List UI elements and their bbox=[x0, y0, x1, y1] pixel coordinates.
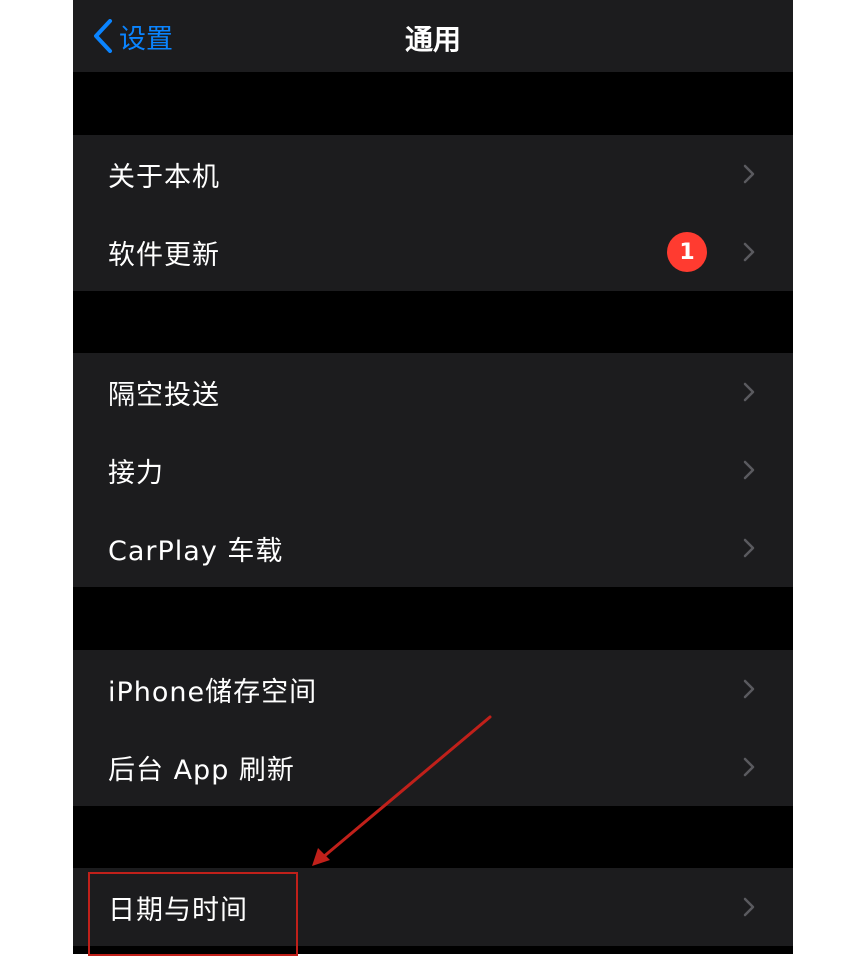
row-label: CarPlay 车载 bbox=[108, 535, 284, 567]
settings-group-1: 关于本机 软件更新 1 bbox=[73, 135, 793, 291]
row-about[interactable]: 关于本机 bbox=[73, 135, 793, 213]
row-label: 后台 App 刷新 bbox=[108, 754, 295, 786]
page-title: 通用 bbox=[404, 23, 461, 56]
row-label: 软件更新 bbox=[108, 239, 220, 271]
chevron-right-icon bbox=[743, 757, 755, 777]
chevron-right-icon bbox=[743, 538, 755, 558]
row-label: 关于本机 bbox=[108, 161, 220, 193]
row-date-time[interactable]: 日期与时间 bbox=[73, 868, 793, 946]
chevron-right-icon bbox=[743, 460, 755, 480]
row-label: 日期与时间 bbox=[108, 894, 248, 926]
row-iphone-storage[interactable]: iPhone储存空间 bbox=[73, 650, 793, 728]
row-carplay[interactable]: CarPlay 车载 bbox=[73, 509, 793, 587]
row-airdrop[interactable]: 隔空投送 bbox=[73, 353, 793, 431]
row-label: 接力 bbox=[108, 457, 164, 489]
settings-group-2: 隔空投送 接力 CarPlay 车载 bbox=[73, 353, 793, 587]
notification-badge: 1 bbox=[667, 232, 707, 272]
chevron-right-icon bbox=[743, 242, 755, 262]
row-label: iPhone储存空间 bbox=[108, 676, 318, 708]
row-handoff[interactable]: 接力 bbox=[73, 431, 793, 509]
settings-group-3: iPhone储存空间 后台 App 刷新 bbox=[73, 650, 793, 806]
chevron-right-icon bbox=[743, 164, 755, 184]
settings-group-4: 日期与时间 bbox=[73, 868, 793, 946]
settings-screen: 设置 通用 关于本机 软件更新 1 隔空投送 接力 CarPlay 车载 iPh… bbox=[73, 0, 793, 954]
navigation-bar: 设置 通用 bbox=[73, 0, 793, 72]
row-label: 隔空投送 bbox=[108, 379, 220, 411]
row-software-update[interactable]: 软件更新 1 bbox=[73, 213, 793, 291]
row-background-app-refresh[interactable]: 后台 App 刷新 bbox=[73, 728, 793, 806]
chevron-right-icon bbox=[743, 382, 755, 402]
chevron-right-icon bbox=[743, 679, 755, 699]
chevron-right-icon bbox=[743, 897, 755, 917]
